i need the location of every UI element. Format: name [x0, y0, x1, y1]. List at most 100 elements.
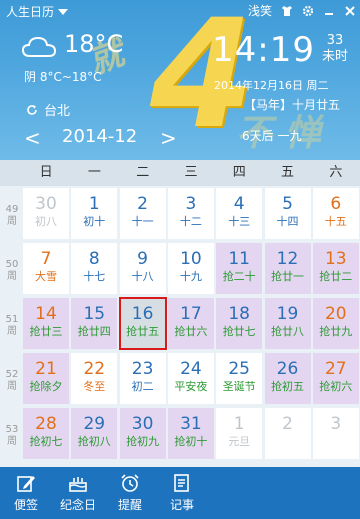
- day-cell[interactable]: 11 抢二十: [216, 243, 263, 294]
- lunar-day: 抢初七: [29, 435, 63, 448]
- app-menu[interactable]: 人生日历: [6, 3, 69, 20]
- day-number: 24: [180, 359, 202, 379]
- month-label[interactable]: 2014-12: [62, 126, 137, 147]
- lunar-day: 十四: [276, 215, 299, 228]
- week-number: 50 周: [3, 259, 21, 283]
- day-cell[interactable]: 15 抢廿四: [71, 298, 118, 349]
- refresh-icon[interactable]: [26, 104, 38, 116]
- day-cell[interactable]: 28 抢初七: [23, 408, 69, 459]
- week-row: 51 周 14 抢廿三 15 抢廿四 16 抢廿五 17 抢廿六 18 抢廿七 19 抢廿八 20 抢廿九: [0, 296, 360, 351]
- weekday-tue: 二: [136, 165, 150, 180]
- app-name: 人生日历: [6, 5, 55, 19]
- day-cell[interactable]: 7 大雪: [23, 243, 69, 294]
- day-cell[interactable]: 13 抢廿二: [312, 243, 359, 294]
- day-cell[interactable]: 18 抢廿七: [216, 298, 263, 349]
- week-number-suffix: 周: [7, 436, 17, 447]
- day-cell[interactable]: 29 抢初八: [71, 408, 118, 459]
- week-number: 51 周: [3, 314, 21, 338]
- day-cell[interactable]: 14 抢廿三: [23, 298, 69, 349]
- lunar-day: 圣诞节: [222, 380, 256, 393]
- notepad-icon: [174, 474, 189, 492]
- lunar-day: 抢廿八: [271, 325, 304, 338]
- notes-button[interactable]: 记事: [156, 467, 208, 519]
- day-cell[interactable]: 9 十八: [119, 243, 166, 294]
- day-cell[interactable]: 3: [312, 408, 359, 459]
- day-cell[interactable]: 4 十三: [216, 188, 263, 239]
- lunar-day: 十二: [179, 215, 202, 228]
- anniversary-button[interactable]: 纪念日: [52, 467, 104, 519]
- day-cell[interactable]: 5 十四: [264, 188, 311, 239]
- lunar-day: 抢除夕: [29, 380, 63, 393]
- day-number: 18: [228, 304, 250, 324]
- lunar-day: 抢初九: [126, 435, 160, 448]
- day-cell[interactable]: 19 抢廿八: [264, 298, 311, 349]
- weekday-sat: 六: [329, 165, 343, 180]
- close-icon[interactable]: [344, 5, 356, 17]
- day-cell-selected[interactable]: 16 抢廿五: [118, 297, 167, 350]
- day-cell[interactable]: 27 抢初六: [312, 353, 359, 404]
- week-number-value: 50: [5, 259, 19, 270]
- day-number: 12: [276, 249, 299, 269]
- day-cell[interactable]: 23 初二: [119, 353, 166, 404]
- day-cell[interactable]: 1 元旦: [216, 408, 263, 459]
- lunar-day: 十五: [324, 215, 347, 228]
- chevron-down-icon: [58, 8, 69, 15]
- user-name[interactable]: 浅笑: [248, 2, 272, 19]
- day-cell[interactable]: 31 抢初十: [167, 408, 214, 459]
- location[interactable]: 台北: [26, 100, 70, 119]
- lunar-day: 元旦: [228, 435, 251, 448]
- day-cell[interactable]: 24 平安夜: [167, 353, 214, 404]
- day-cell[interactable]: 17 抢廿六: [167, 298, 214, 349]
- day-cell[interactable]: 8 十七: [71, 243, 118, 294]
- day-cell[interactable]: 12 抢廿一: [264, 243, 311, 294]
- next-month-button[interactable]: >: [160, 126, 177, 150]
- lunar-day: 十九: [179, 270, 202, 283]
- week-number-suffix: 周: [7, 271, 17, 282]
- day-cell[interactable]: 30 初八: [23, 188, 69, 239]
- day-number: 2: [282, 414, 293, 434]
- prev-month-button[interactable]: <: [24, 126, 41, 150]
- lunar-day: 抢廿四: [77, 325, 111, 338]
- day-cell[interactable]: 20 抢廿九: [312, 298, 359, 349]
- lunar-day: 抢廿二: [319, 270, 353, 283]
- day-cell[interactable]: 10 十九: [167, 243, 214, 294]
- lunar-day: 十一: [131, 215, 154, 228]
- day-cell[interactable]: 25 圣诞节: [216, 353, 263, 404]
- day-cell[interactable]: 30 抢初九: [119, 408, 166, 459]
- day-cell[interactable]: 26 抢初五: [264, 353, 311, 404]
- reminder-button[interactable]: 提醒: [104, 467, 156, 519]
- week-row: 50 周 7 大雪 8 十七 9 十八 10 十九 11 抢二十 12 抢廿一 13 抢廿二: [0, 241, 360, 296]
- weekday-mon: 一: [87, 165, 101, 180]
- bookmark-button[interactable]: 便签: [0, 467, 52, 519]
- clock-seconds: 33 未时: [322, 33, 348, 65]
- seconds-value: 33: [326, 33, 344, 48]
- day-number: 8: [88, 249, 100, 269]
- day-cell[interactable]: 3 十二: [167, 188, 214, 239]
- temperature-range: 阴 8°C~18°C: [24, 70, 102, 84]
- day-cell[interactable]: 22 冬至: [71, 353, 118, 404]
- day-cell[interactable]: 1 初十: [71, 188, 118, 239]
- alarm-clock-icon: [121, 474, 139, 492]
- top-bar: 人生日历 浅笑: [0, 0, 360, 20]
- minimize-icon[interactable]: [323, 5, 335, 17]
- day-number: 25: [228, 359, 250, 379]
- lunar-day: 抢廿九: [319, 325, 353, 338]
- day-cell[interactable]: 2: [264, 408, 311, 459]
- city-name: 台北: [44, 104, 71, 119]
- day-cell[interactable]: 6 十五: [312, 188, 359, 239]
- weekday-wed: 三: [184, 165, 198, 180]
- week-number-value: 53: [5, 424, 19, 435]
- top-bar-controls: 浅笑: [248, 2, 356, 19]
- day-cell[interactable]: 2 十一: [119, 188, 166, 239]
- day-number: 1: [233, 414, 245, 434]
- skin-icon[interactable]: [281, 5, 293, 17]
- week-number: 52 周: [3, 369, 21, 393]
- day-cell[interactable]: 21 抢除夕: [23, 353, 69, 404]
- lunar-day: 抢初五: [271, 380, 304, 393]
- lunar-day: 初八: [35, 215, 57, 228]
- lunar-day: 初十: [83, 215, 106, 228]
- lunar-day: 平安夜: [174, 380, 208, 393]
- gear-icon[interactable]: [302, 5, 314, 17]
- day-number: 30: [35, 194, 57, 214]
- lunar-day: 抢二十: [222, 270, 256, 283]
